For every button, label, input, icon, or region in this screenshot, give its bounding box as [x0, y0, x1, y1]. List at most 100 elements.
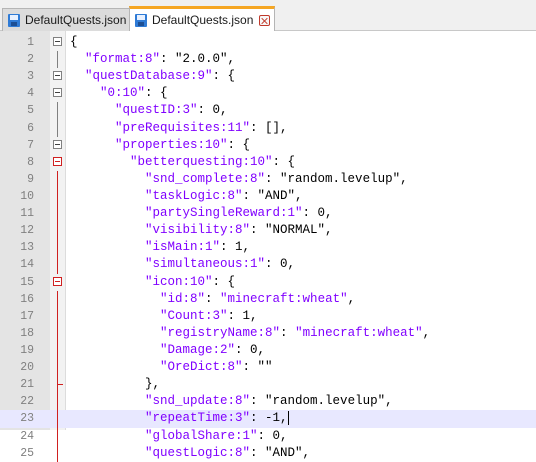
- tab-defaultquests-inactive[interactable]: DefaultQuests.json: [2, 8, 149, 31]
- code-line[interactable]: 9 "snd_complete:8": "random.levelup",: [0, 170, 536, 188]
- line-number: 25: [20, 446, 34, 460]
- line-number: 3: [27, 70, 34, 84]
- code-text[interactable]: },: [70, 376, 160, 393]
- code-line[interactable]: 10 "taskLogic:8": "AND",: [0, 187, 536, 206]
- fold-guide: [57, 427, 58, 445]
- line-number: 4: [27, 87, 34, 101]
- code-text[interactable]: {: [70, 34, 78, 51]
- code-editor[interactable]: 1{2 "format:8": "2.0.0", 3 "questDatabase…: [0, 31, 536, 462]
- floppy-disk-icon: [7, 13, 21, 28]
- code-token: : "": [242, 360, 273, 375]
- code-text[interactable]: "id:8": "minecraft:wheat",: [70, 291, 355, 308]
- fold-toggle-icon[interactable]: [53, 88, 62, 98]
- code-line[interactable]: 8 "betterquesting:10": {: [0, 154, 536, 171]
- code-line[interactable]: 23 "repeatTime:3": -1,: [0, 410, 536, 428]
- line-number: 24: [20, 429, 34, 443]
- line-number: 11: [20, 207, 34, 221]
- line-number: 9: [27, 172, 34, 186]
- code-token: : 0,: [197, 103, 228, 118]
- fold-toggle-icon[interactable]: [53, 139, 62, 149]
- line-number: 20: [20, 361, 34, 375]
- code-text[interactable]: "0:10": {: [70, 85, 168, 102]
- json-key: "questLogic:8": [145, 445, 251, 460]
- code-text[interactable]: "betterquesting:10": {: [70, 154, 295, 171]
- code-text[interactable]: "properties:10": {: [70, 137, 250, 154]
- fold-guide: [57, 290, 58, 308]
- code-line[interactable]: 1{: [0, 34, 536, 51]
- code-line[interactable]: 5 "questID:3": 0,: [0, 102, 536, 120]
- code-line[interactable]: 12 "visibility:8": "NORMAL",: [0, 222, 536, 240]
- code-line[interactable]: 11 "partySingleReward:1": 0,: [0, 205, 536, 223]
- code-text[interactable]: "taskLogic:8": "AND",: [70, 188, 303, 205]
- code-text[interactable]: "format:8": "2.0.0",: [70, 51, 235, 68]
- code-line[interactable]: 22 "snd_update:8": "random.levelup",: [0, 393, 536, 411]
- line-number: 15: [20, 275, 34, 289]
- code-text[interactable]: "questID:3": 0,: [70, 102, 228, 119]
- code-lines[interactable]: 1{2 "format:8": "2.0.0", 3 "questDatabase…: [0, 34, 536, 462]
- fold-guide: [57, 205, 58, 223]
- code-text[interactable]: "visibility:8": "NORMAL",: [70, 222, 333, 239]
- close-icon[interactable]: [259, 14, 271, 26]
- fold-guide: [57, 170, 58, 188]
- code-token: : 0,: [235, 342, 266, 357]
- fold-guide: [57, 102, 58, 120]
- code-text[interactable]: "questLogic:8": "AND",: [70, 445, 310, 462]
- fold-toggle-icon[interactable]: [53, 37, 62, 46]
- code-line[interactable]: 13 "isMain:1": 1,: [0, 239, 536, 257]
- code-line[interactable]: 14 "simultaneous:1": 0,: [0, 256, 536, 274]
- fold-guide: [57, 385, 58, 394]
- code-line[interactable]: 7 "properties:10": {: [0, 137, 536, 154]
- code-line[interactable]: 17 "Count:3": 1,: [0, 307, 536, 325]
- fold-guide: [57, 222, 58, 240]
- code-text[interactable]: "Damage:2": 0,: [70, 342, 265, 359]
- code-text[interactable]: "registryName:8": "minecraft:wheat",: [70, 325, 430, 342]
- code-text[interactable]: "simultaneous:1": 0,: [70, 256, 295, 273]
- code-line[interactable]: 24 "globalShare:1": 0,: [0, 427, 536, 445]
- code-text[interactable]: "isMain:1": 1,: [70, 239, 250, 256]
- code-text[interactable]: "Count:3": 1,: [70, 308, 258, 325]
- code-line[interactable]: 16 "id:8": "minecraft:wheat",: [0, 290, 536, 308]
- line-number: 17: [20, 309, 34, 323]
- json-key: "betterquesting:10": [130, 154, 273, 169]
- code-text[interactable]: "preRequisites:11": [],: [70, 120, 288, 137]
- code-line[interactable]: 19 "Damage:2": 0,: [0, 341, 536, 360]
- code-text[interactable]: "OreDict:8": "": [70, 359, 273, 376]
- code-line[interactable]: 25 "questLogic:8": "AND",: [0, 444, 536, 462]
- fold-guide: [57, 51, 58, 69]
- code-line[interactable]: 21 },: [0, 376, 536, 394]
- code-text[interactable]: "globalShare:1": 0,: [70, 428, 288, 445]
- line-number: 16: [20, 292, 34, 306]
- code-token: : {: [227, 137, 251, 152]
- code-text[interactable]: "repeatTime:3": -1,: [70, 410, 289, 427]
- code-token: :: [205, 291, 221, 306]
- fold-toggle-icon[interactable]: [53, 276, 62, 286]
- code-line[interactable]: 15 "icon:10": {: [0, 274, 536, 291]
- code-line[interactable]: 4 "0:10": {: [0, 85, 536, 102]
- code-line[interactable]: 20 "OreDict:8": "": [0, 359, 536, 377]
- code-line[interactable]: 3 "questDatabase:9": {: [0, 68, 536, 85]
- code-text[interactable]: "partySingleReward:1": 0,: [70, 205, 333, 222]
- json-key: "properties:10": [115, 137, 228, 152]
- code-token: : "random.levelup",: [250, 394, 393, 409]
- line-number: 10: [20, 189, 34, 203]
- line-number: 23: [20, 412, 34, 426]
- code-text[interactable]: "snd_update:8": "random.levelup",: [70, 393, 393, 410]
- fold-toggle-icon[interactable]: [53, 156, 62, 166]
- tab-defaultquests-active[interactable]: DefaultQuests.json: [129, 6, 276, 31]
- json-key: "simultaneous:1": [145, 257, 266, 272]
- code-text[interactable]: "questDatabase:9": {: [70, 68, 235, 85]
- code-text[interactable]: "snd_complete:8": "random.levelup",: [70, 171, 408, 188]
- fold-toggle-icon[interactable]: [53, 71, 62, 81]
- code-text[interactable]: "icon:10": {: [70, 274, 235, 291]
- code-line[interactable]: 6 "preRequisites:11": [],: [0, 119, 536, 137]
- code-line[interactable]: 2 "format:8": "2.0.0",: [0, 51, 536, 69]
- json-key: "taskLogic:8": [145, 188, 243, 203]
- code-line[interactable]: 18 "registryName:8": "minecraft:wheat",: [0, 324, 536, 342]
- line-number: 7: [27, 138, 34, 152]
